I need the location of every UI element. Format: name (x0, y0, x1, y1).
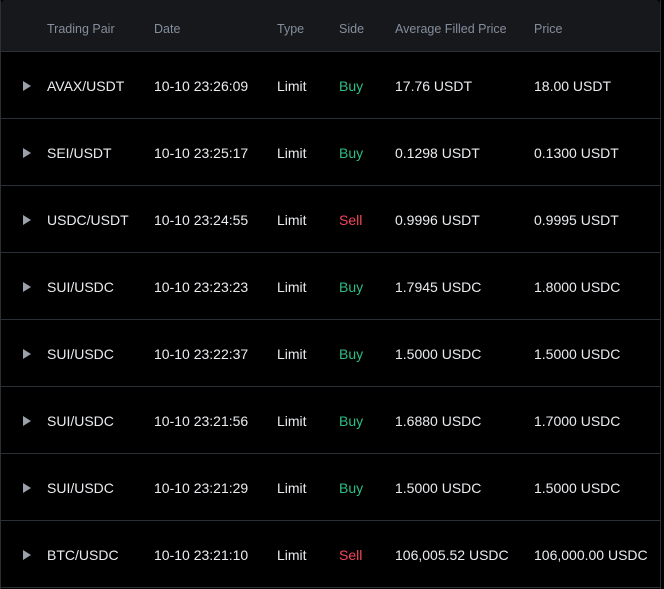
caret-right-icon[interactable] (21, 415, 33, 427)
order-date: 10-10 23:25:17 (154, 145, 249, 161)
caret-right-icon[interactable] (21, 549, 33, 561)
caret-right-icon[interactable] (21, 80, 33, 92)
trading-pair: SUI/USDC (47, 346, 114, 362)
average-filled-price: 1.7945 USDC (395, 279, 482, 295)
table-row[interactable]: USDC/USDT 10-10 23:24:55 Limit Sell 0.99… (1, 186, 660, 253)
table-row[interactable]: SUI/USDC 10-10 23:23:23 Limit Buy 1.7945… (1, 253, 660, 320)
order-side: Sell (339, 547, 363, 563)
average-filled-price: 17.76 USDT (395, 78, 473, 94)
order-side: Buy (339, 279, 364, 295)
order-side: Buy (339, 78, 364, 94)
order-side: Buy (339, 346, 364, 362)
order-type: Limit (277, 480, 307, 496)
trading-pair: SEI/USDT (47, 145, 112, 161)
trading-pair: USDC/USDT (47, 212, 129, 228)
order-side: Buy (339, 480, 364, 496)
order-price: 18.00 USDT (534, 78, 612, 94)
order-price: 0.1300 USDT (534, 145, 619, 161)
order-side: Buy (339, 145, 364, 161)
order-date: 10-10 23:21:10 (154, 547, 249, 563)
trading-pair: AVAX/USDT (47, 78, 125, 94)
table-row[interactable]: SEI/USDT 10-10 23:25:17 Limit Buy 0.1298… (1, 119, 660, 186)
table-row[interactable]: AVAX/USDT 10-10 23:26:09 Limit Buy 17.76… (1, 52, 660, 119)
order-type: Limit (277, 212, 307, 228)
table-row[interactable]: SUI/USDC 10-10 23:21:56 Limit Buy 1.6880… (1, 387, 660, 454)
order-price: 106,000.00 USDC (534, 547, 648, 563)
order-date: 10-10 23:22:37 (154, 346, 249, 362)
table-row[interactable]: SUI/USDC 10-10 23:22:37 Limit Buy 1.5000… (1, 320, 660, 387)
table-row[interactable]: SUI/USDC 10-10 23:21:29 Limit Buy 1.5000… (1, 454, 660, 521)
order-type: Limit (277, 413, 307, 429)
caret-right-icon[interactable] (21, 147, 33, 159)
order-history-table: Trading Pair Date Type Side Average Fill… (0, 0, 661, 589)
trading-pair: BTC/USDC (47, 547, 119, 563)
table-header: Trading Pair Date Type Side Average Fill… (1, 0, 660, 52)
average-filled-price: 1.5000 USDC (395, 480, 482, 496)
order-date: 10-10 23:23:23 (154, 279, 249, 295)
order-type: Limit (277, 279, 307, 295)
order-price: 0.9995 USDT (534, 212, 619, 228)
average-filled-price: 1.5000 USDC (395, 346, 482, 362)
order-price: 1.7000 USDC (534, 413, 621, 429)
order-type: Limit (277, 346, 307, 362)
column-header-side[interactable]: Side (339, 21, 364, 37)
column-header-date[interactable]: Date (154, 21, 180, 37)
caret-right-icon[interactable] (21, 482, 33, 494)
column-header-trading-pair[interactable]: Trading Pair (47, 21, 115, 37)
order-date: 10-10 23:26:09 (154, 78, 249, 94)
trading-pair: SUI/USDC (47, 413, 114, 429)
order-date: 10-10 23:21:29 (154, 480, 249, 496)
average-filled-price: 1.6880 USDC (395, 413, 482, 429)
order-type: Limit (277, 547, 307, 563)
order-price: 1.5000 USDC (534, 480, 621, 496)
order-date: 10-10 23:21:56 (154, 413, 249, 429)
order-type: Limit (277, 145, 307, 161)
order-side: Buy (339, 413, 364, 429)
order-type: Limit (277, 78, 307, 94)
order-side: Sell (339, 212, 363, 228)
order-date: 10-10 23:24:55 (154, 212, 249, 228)
caret-right-icon[interactable] (21, 214, 33, 226)
order-price: 1.5000 USDC (534, 346, 621, 362)
average-filled-price: 0.1298 USDT (395, 145, 480, 161)
column-header-price[interactable]: Price (534, 21, 562, 37)
column-header-average-filled-price[interactable]: Average Filled Price (395, 21, 507, 37)
average-filled-price: 0.9996 USDT (395, 212, 480, 228)
caret-right-icon[interactable] (21, 348, 33, 360)
column-header-type[interactable]: Type (277, 21, 304, 37)
trading-pair: SUI/USDC (47, 279, 114, 295)
average-filled-price: 106,005.52 USDC (395, 547, 509, 563)
table-body: AVAX/USDT 10-10 23:26:09 Limit Buy 17.76… (1, 52, 660, 588)
table-row[interactable]: BTC/USDC 10-10 23:21:10 Limit Sell 106,0… (1, 521, 660, 588)
trading-pair: SUI/USDC (47, 480, 114, 496)
caret-right-icon[interactable] (21, 281, 33, 293)
order-price: 1.8000 USDC (534, 279, 621, 295)
